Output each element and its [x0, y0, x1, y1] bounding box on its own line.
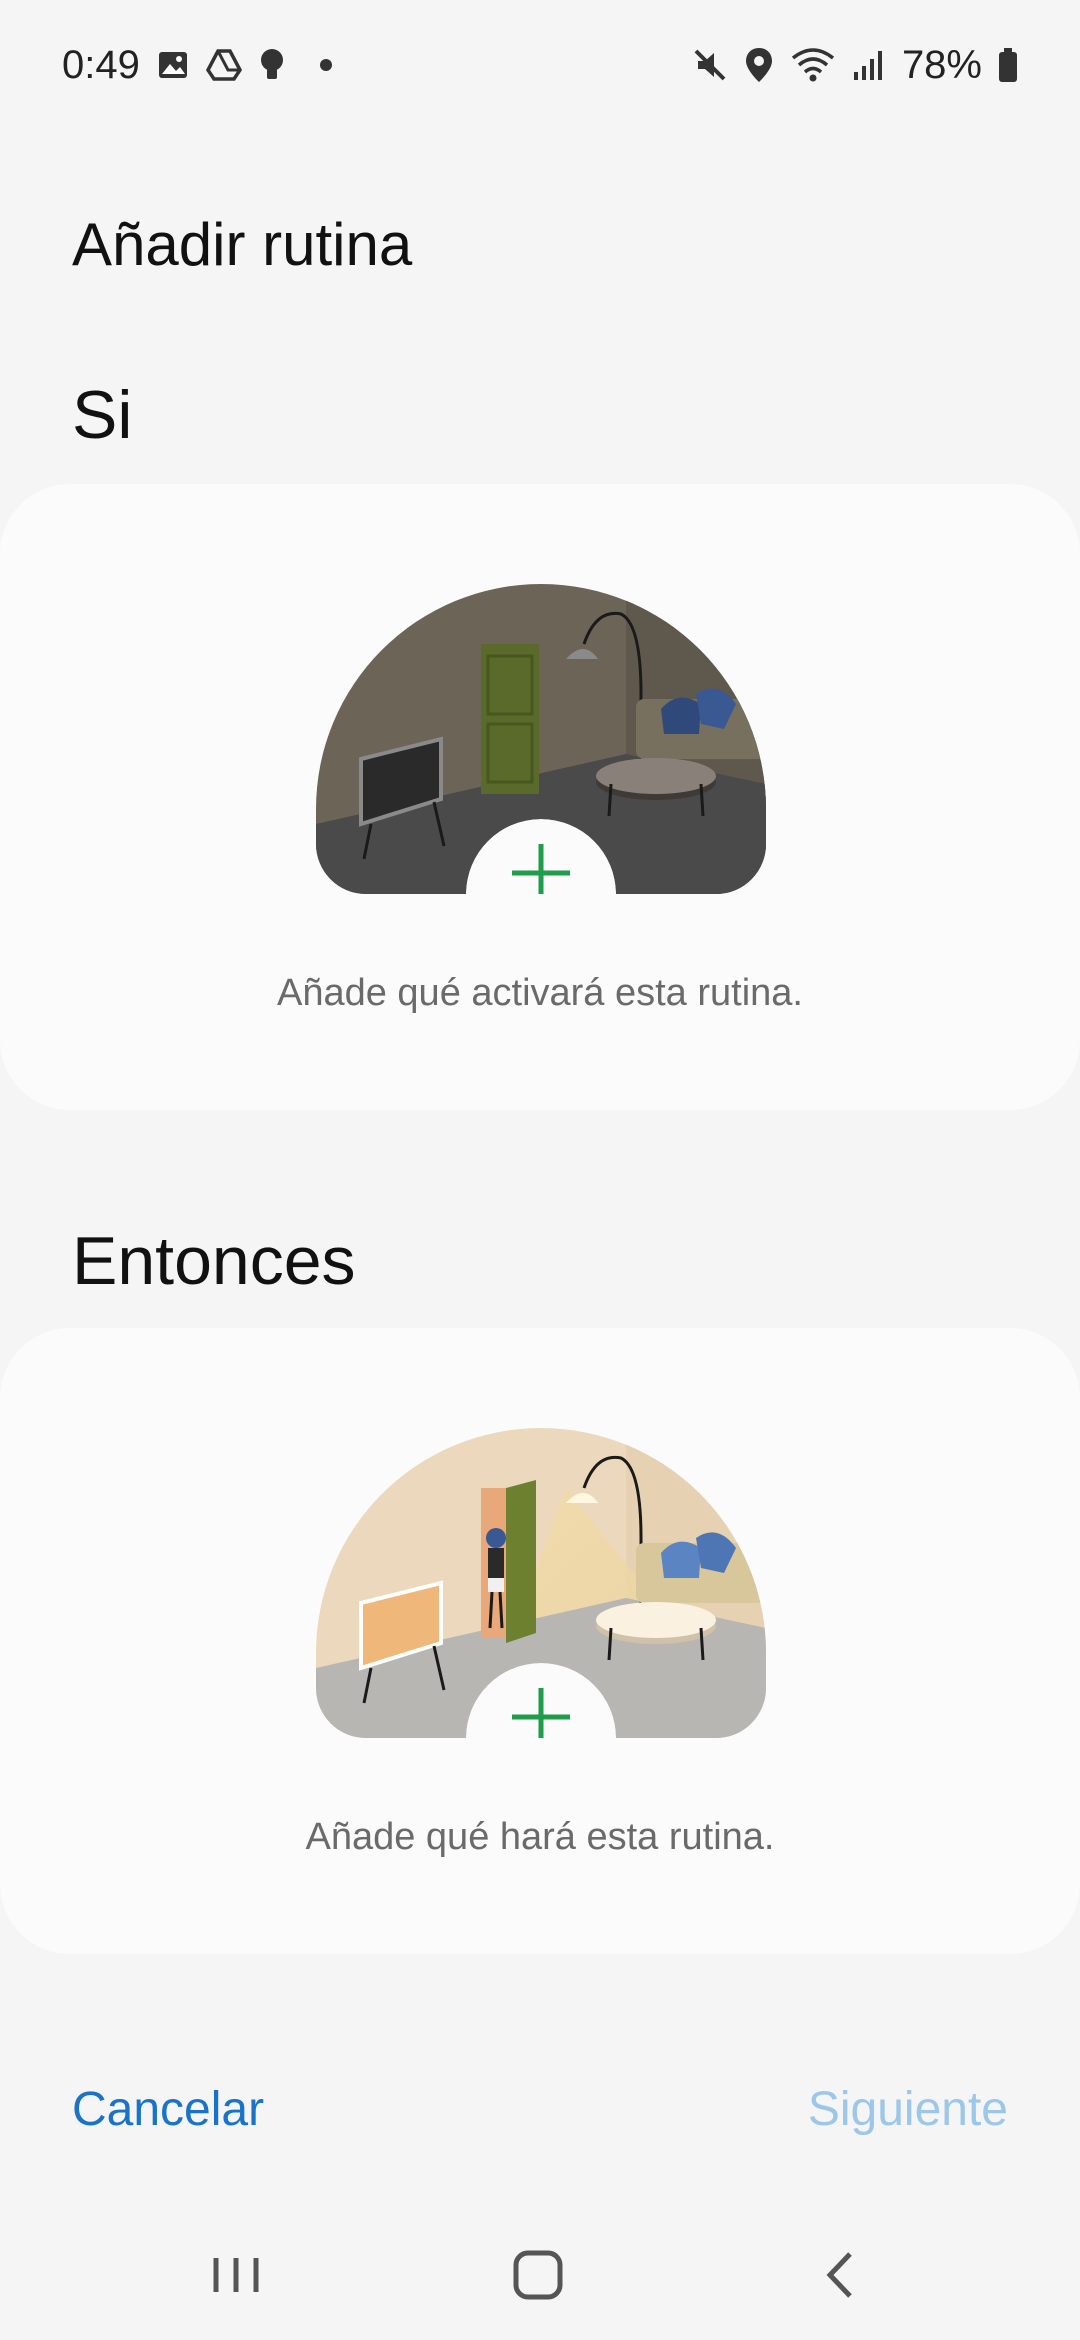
- then-section-title: Entonces: [72, 1223, 356, 1299]
- recents-icon[interactable]: [196, 2240, 276, 2310]
- bulb-icon: [260, 49, 283, 79]
- status-left: 0:49: [62, 43, 332, 88]
- then-action-caption: Añade qué hará esta rutina.: [305, 1816, 775, 1858]
- gallery-icon: [158, 52, 187, 78]
- notification-dot: [319, 59, 332, 71]
- battery-text: 78%: [901, 42, 982, 87]
- plus-icon: [512, 1688, 570, 1738]
- mute-icon: [694, 49, 726, 81]
- if-section-title: Si: [72, 377, 133, 453]
- if-trigger-card[interactable]: Añade qué activará esta rutina.: [0, 484, 1080, 1110]
- nav-bar: [0, 2200, 1080, 2340]
- home-icon[interactable]: [498, 2240, 578, 2310]
- battery-icon: [999, 48, 1017, 82]
- screen: 0:49 78% Añadir rutina Si Añade qué acti…: [0, 0, 1080, 2340]
- back-icon[interactable]: [800, 2240, 880, 2310]
- status-right: 78%: [692, 43, 1018, 88]
- if-trigger-caption: Añade qué activará esta rutina.: [276, 972, 803, 1014]
- status-bar: 0:49 78%: [0, 0, 1080, 130]
- signal-icon: [853, 51, 882, 80]
- room-night-illustration: [316, 584, 766, 894]
- bottom-actions: Cancelar Siguiente: [0, 2072, 1080, 2152]
- plus-icon: [512, 844, 570, 894]
- wifi-icon: [791, 48, 835, 82]
- location-icon: [745, 48, 772, 82]
- page-title: Añadir rutina: [72, 211, 413, 278]
- room-day-illustration: [316, 1428, 766, 1738]
- status-time: 0:49: [62, 42, 140, 87]
- drive-icon: [205, 49, 242, 81]
- cancel-button[interactable]: Cancelar: [72, 2082, 264, 2137]
- then-action-card[interactable]: Añade qué hará esta rutina.: [0, 1328, 1080, 1954]
- next-button[interactable]: Siguiente: [808, 2082, 1008, 2137]
